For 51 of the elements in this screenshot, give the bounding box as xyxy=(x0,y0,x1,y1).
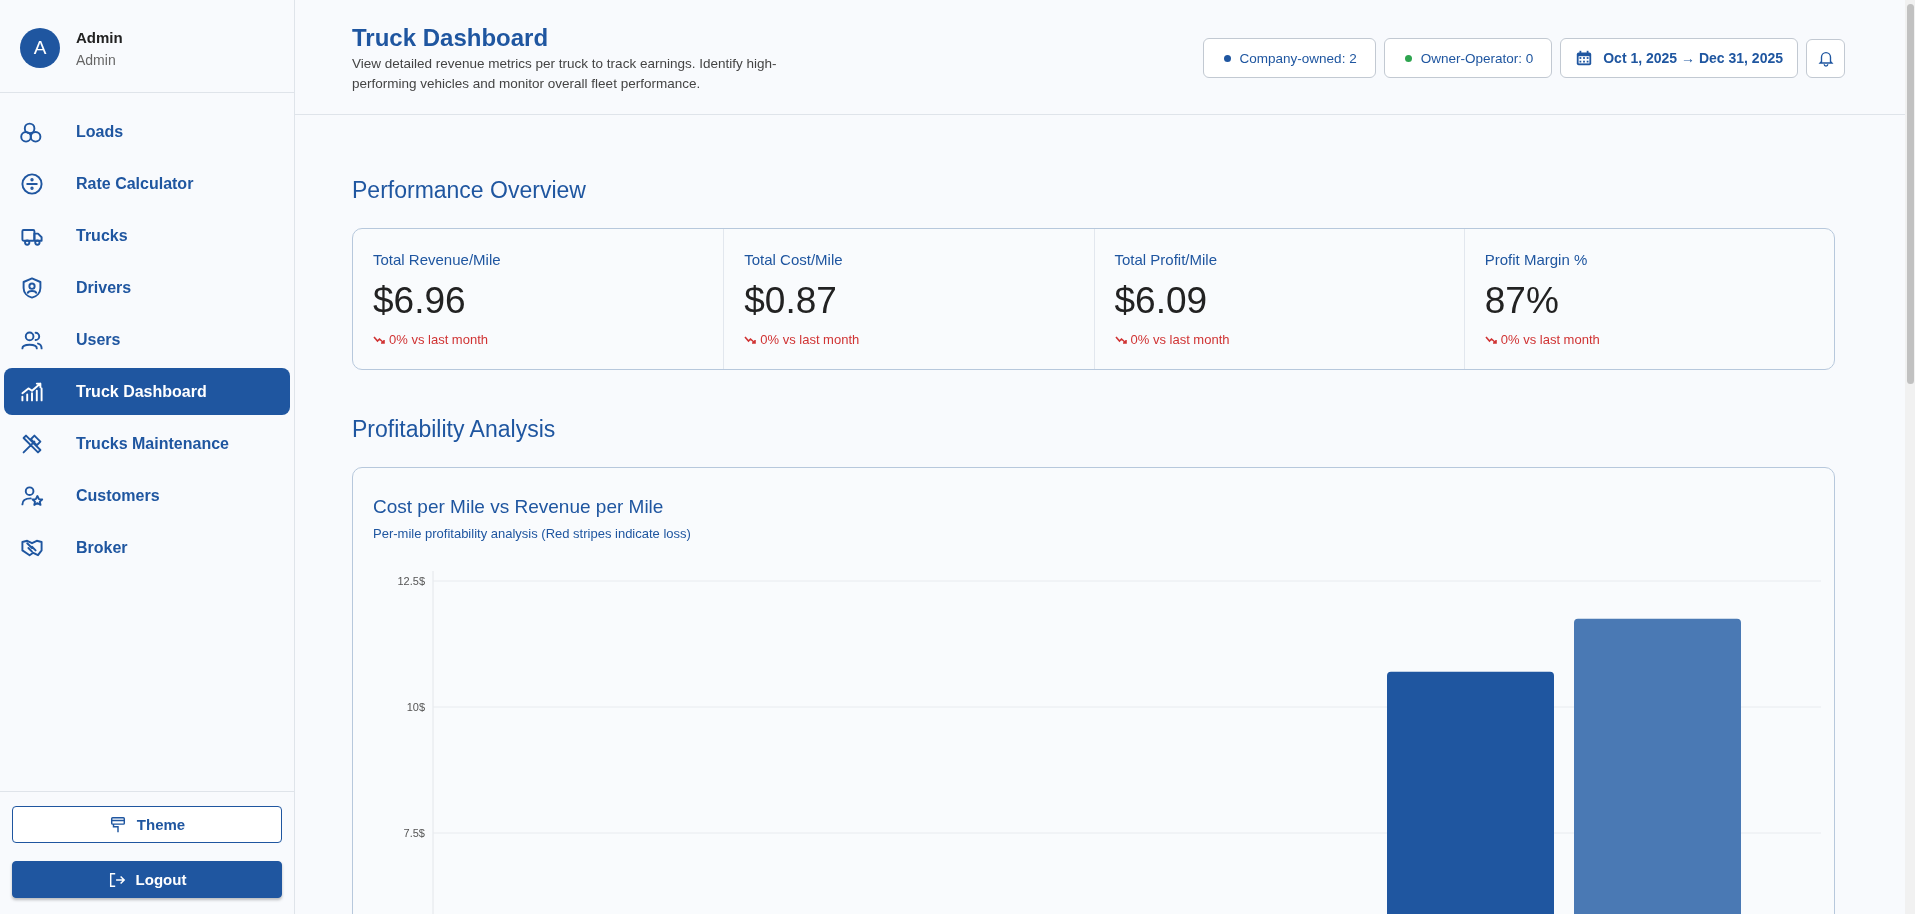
avatar: A xyxy=(20,28,60,68)
nav-item[interactable]: Truck Dashboard xyxy=(4,368,290,415)
stat-value: $6.96 xyxy=(373,280,467,322)
stat-change: 0% vs last month xyxy=(389,332,488,347)
page-title: Truck Dashboard xyxy=(352,24,550,52)
nav-item[interactable]: Trucks Maintenance xyxy=(4,420,290,467)
stat-label: Total Cost/Mile xyxy=(744,251,844,268)
trend-down-icon xyxy=(744,334,757,345)
nav-item[interactable]: Broker xyxy=(4,524,290,571)
chart-subtitle: Per-mile profitability analysis (Red stripes indicate loss) xyxy=(373,526,692,541)
calendar-icon xyxy=(1575,49,1594,67)
notifications-button[interactable] xyxy=(1806,38,1845,78)
section-title: Performance Overview xyxy=(352,177,587,204)
logout-icon xyxy=(107,870,126,889)
date-range-picker[interactable]: Oct 1, 2025 → Dec 31, 2025 xyxy=(1560,38,1798,78)
bell-icon xyxy=(1816,49,1835,67)
badge-label: Company-owned: 2 xyxy=(1239,50,1357,66)
theme-button[interactable]: Theme xyxy=(12,806,282,843)
nav-item[interactable]: Loads xyxy=(4,108,290,155)
logout-button[interactable]: Logout xyxy=(12,861,282,898)
nav-icon xyxy=(20,171,44,196)
paint-roller-icon xyxy=(108,815,127,834)
scrollbar[interactable] xyxy=(1905,0,1915,914)
y-tick-label: 10$ xyxy=(406,701,425,713)
stat-value: $0.87 xyxy=(744,280,838,322)
page-description: View detailed revenue metrics per truck to track earnings. Identify high-performing vehicles and monitor overall fleet performance. xyxy=(352,55,778,93)
trend-down-icon xyxy=(1114,334,1127,345)
user-name: Admin xyxy=(76,28,123,46)
nav-item[interactable]: Users xyxy=(4,316,290,363)
stat-label: Profit Margin % xyxy=(1484,251,1589,268)
stat-change: 0% vs last month xyxy=(760,332,860,347)
stat-change: 0% vs last month xyxy=(1500,332,1600,347)
nav-icon xyxy=(20,483,44,508)
y-tick-label: 7.5$ xyxy=(403,827,425,839)
section-title: Profitability Analysis xyxy=(352,416,557,443)
trend-down-icon xyxy=(373,334,385,345)
stat-label: Total Revenue/Mile xyxy=(373,251,502,268)
stat-label: Total Profit/Mile xyxy=(1114,251,1219,268)
stat-change: 0% vs last month xyxy=(1130,332,1230,347)
badge-label: Owner-Operator: 0 xyxy=(1420,50,1534,66)
nav-icon xyxy=(20,275,44,300)
nav-item[interactable]: Drivers xyxy=(4,264,290,311)
nav-item[interactable]: Customers xyxy=(4,472,290,519)
user-role: Admin xyxy=(76,51,117,68)
nav-item[interactable]: Trucks xyxy=(4,212,290,259)
y-tick-label: 12.5$ xyxy=(397,575,425,587)
trend-down-icon xyxy=(1484,334,1497,345)
nav-item[interactable]: Rate Calculator xyxy=(4,160,290,207)
stat-value: $6.09 xyxy=(1114,280,1209,322)
stat-value: 87% xyxy=(1484,280,1560,322)
chart-title: Cost per Mile vs Revenue per Mile xyxy=(373,496,665,518)
